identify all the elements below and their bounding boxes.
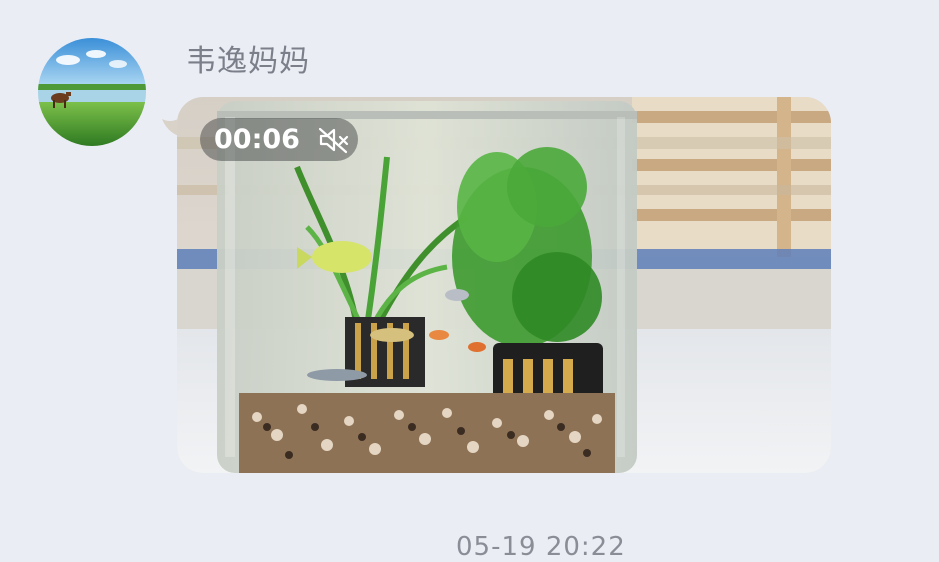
avatar[interactable]	[38, 38, 146, 146]
sender-name: 韦逸妈妈	[186, 44, 310, 79]
mute-icon[interactable]	[318, 126, 350, 154]
video-info-pill: 00:06	[200, 118, 358, 161]
avatar-image	[38, 38, 146, 146]
message-timestamp: 05-19 20:22	[456, 532, 626, 562]
video-duration: 00:06	[214, 124, 300, 155]
